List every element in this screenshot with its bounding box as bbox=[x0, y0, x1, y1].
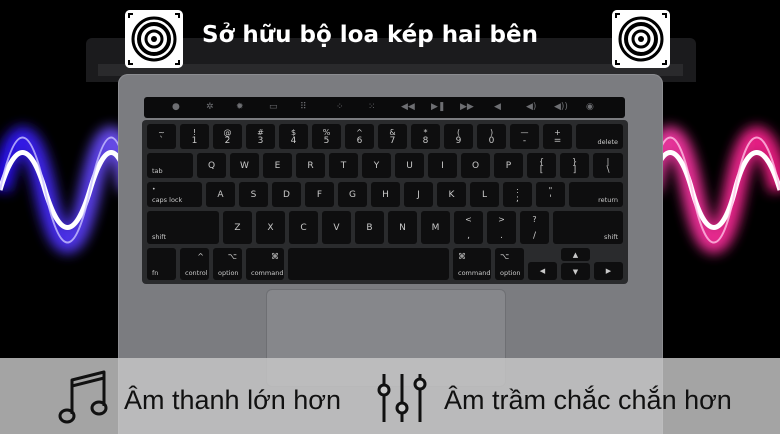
key-e: E bbox=[263, 153, 292, 178]
key-9: (9 bbox=[444, 124, 473, 149]
music-note-icon bbox=[58, 370, 108, 424]
key-caps-lock: • caps lock bbox=[147, 182, 202, 207]
key-2: @2 bbox=[213, 124, 242, 149]
key-semicolon: :; bbox=[503, 182, 532, 207]
brightness-up-icon: ✹ bbox=[236, 102, 244, 112]
key-x: X bbox=[256, 211, 285, 244]
key-d: D bbox=[272, 182, 301, 207]
key-f: F bbox=[305, 182, 334, 207]
equalizer-icon bbox=[377, 374, 427, 422]
feature-label-louder: Âm thanh lớn hơn bbox=[124, 385, 342, 415]
key-v: V bbox=[322, 211, 351, 244]
key-space bbox=[288, 248, 449, 280]
kbd-light-up-icon: ⁙ bbox=[368, 102, 376, 112]
key-4: $4 bbox=[279, 124, 308, 149]
key-q: Q bbox=[197, 153, 226, 178]
volume-down-icon: ◀) bbox=[526, 102, 537, 112]
key-arrow-left: ◀ bbox=[528, 262, 557, 280]
title-banner: Sở hữu bộ loa kép hai bên bbox=[0, 10, 780, 68]
key-command-left: ⌘ command bbox=[246, 248, 284, 280]
key-m: M bbox=[421, 211, 450, 244]
key-a: A bbox=[206, 182, 235, 207]
key-y: Y bbox=[362, 153, 391, 178]
banner-title: Sở hữu bộ loa kép hai bên bbox=[202, 22, 538, 48]
key-j: J bbox=[404, 182, 433, 207]
key-s: S bbox=[239, 182, 268, 207]
key-shift-right: shift bbox=[553, 211, 623, 244]
key-comma: <, bbox=[454, 211, 483, 244]
right-wave bbox=[639, 126, 780, 254]
speaker-icon bbox=[125, 10, 183, 68]
volume-up-icon: ◀)) bbox=[554, 102, 568, 112]
key-k: K bbox=[437, 182, 466, 207]
key-6: ^ 6 bbox=[345, 124, 374, 149]
key-option-left: ⌥ option bbox=[213, 248, 242, 280]
key-quote: " ' bbox=[536, 182, 565, 207]
key-equals: + = bbox=[543, 124, 572, 149]
fast-forward-icon: ▶▶ bbox=[460, 102, 474, 112]
feature-label-bass: Âm trầm chắc chắn hơn bbox=[444, 385, 732, 415]
key-arrow-right: ▶ bbox=[594, 262, 623, 280]
mission-control-icon: ▭ bbox=[269, 102, 278, 112]
key-tab: tab bbox=[147, 153, 193, 178]
key-u: U bbox=[395, 153, 424, 178]
key-arrow-down: ▼ bbox=[561, 263, 590, 280]
key-control: ^ control bbox=[180, 248, 209, 280]
key-l: L bbox=[470, 182, 499, 207]
key-backslash: | \ bbox=[593, 153, 623, 178]
key-i: I bbox=[428, 153, 457, 178]
launchpad-icon: ⠿ bbox=[300, 102, 307, 112]
key-h: H bbox=[371, 182, 400, 207]
speaker-icon bbox=[612, 10, 670, 68]
key-5: % 5 bbox=[312, 124, 341, 149]
key-g: G bbox=[338, 182, 367, 207]
key-b: B bbox=[355, 211, 384, 244]
key-z: Z bbox=[223, 211, 252, 244]
key-tilde: ~ ` bbox=[147, 124, 176, 149]
esc-dot-icon: ● bbox=[172, 102, 180, 112]
key-bracket-left: {[ bbox=[527, 153, 556, 178]
touch-id-icon: ◉ bbox=[586, 102, 594, 112]
key-slash: ? / bbox=[520, 211, 549, 244]
key-1: ! 1 bbox=[180, 124, 209, 149]
key-minus: — - bbox=[510, 124, 539, 149]
key-fn: fn bbox=[147, 248, 176, 280]
kbd-light-down-icon: ⁘ bbox=[336, 102, 344, 112]
brightness-down-icon: ✲ bbox=[206, 102, 214, 112]
key-r: R bbox=[296, 153, 325, 178]
keyboard: ~ ` ! 1 @2 #3 $4 % 5 ^ 6 & 7 * 8 (9 ) 0 — - + = d… bbox=[142, 120, 628, 284]
key-n: N bbox=[388, 211, 417, 244]
key-shift-left: shift bbox=[147, 211, 219, 244]
key-p: P bbox=[494, 153, 523, 178]
key-return: return bbox=[569, 182, 623, 207]
product-image: ● ✲ ✹ ▭ ⠿ ⁘ ⁙ ◀◀ ▶❚ ▶▶ ◀ ◀) ◀)) ◉ ~ ` ! 1 … bbox=[0, 0, 780, 434]
key-0: ) 0 bbox=[477, 124, 506, 149]
key-3: #3 bbox=[246, 124, 275, 149]
key-command-right: ⌘ command bbox=[453, 248, 491, 280]
key-t: T bbox=[329, 153, 358, 178]
key-period: >. bbox=[487, 211, 516, 244]
key-w: W bbox=[230, 153, 259, 178]
touch-bar: ● ✲ ✹ ▭ ⠿ ⁘ ⁙ ◀◀ ▶❚ ▶▶ ◀ ◀) ◀)) ◉ bbox=[144, 97, 625, 118]
key-7: & 7 bbox=[378, 124, 407, 149]
key-delete: delete bbox=[576, 124, 623, 149]
left-wave bbox=[0, 126, 141, 254]
key-o: O bbox=[461, 153, 490, 178]
key-arrow-up: ▲ bbox=[561, 248, 590, 261]
mute-icon: ◀ bbox=[494, 102, 501, 112]
rewind-icon: ◀◀ bbox=[401, 102, 415, 112]
key-bracket-right: }] bbox=[560, 153, 589, 178]
key-c: C bbox=[289, 211, 318, 244]
key-8: * 8 bbox=[411, 124, 440, 149]
play-pause-icon: ▶❚ bbox=[431, 102, 446, 112]
key-option-right: ⌥ option bbox=[495, 248, 524, 280]
